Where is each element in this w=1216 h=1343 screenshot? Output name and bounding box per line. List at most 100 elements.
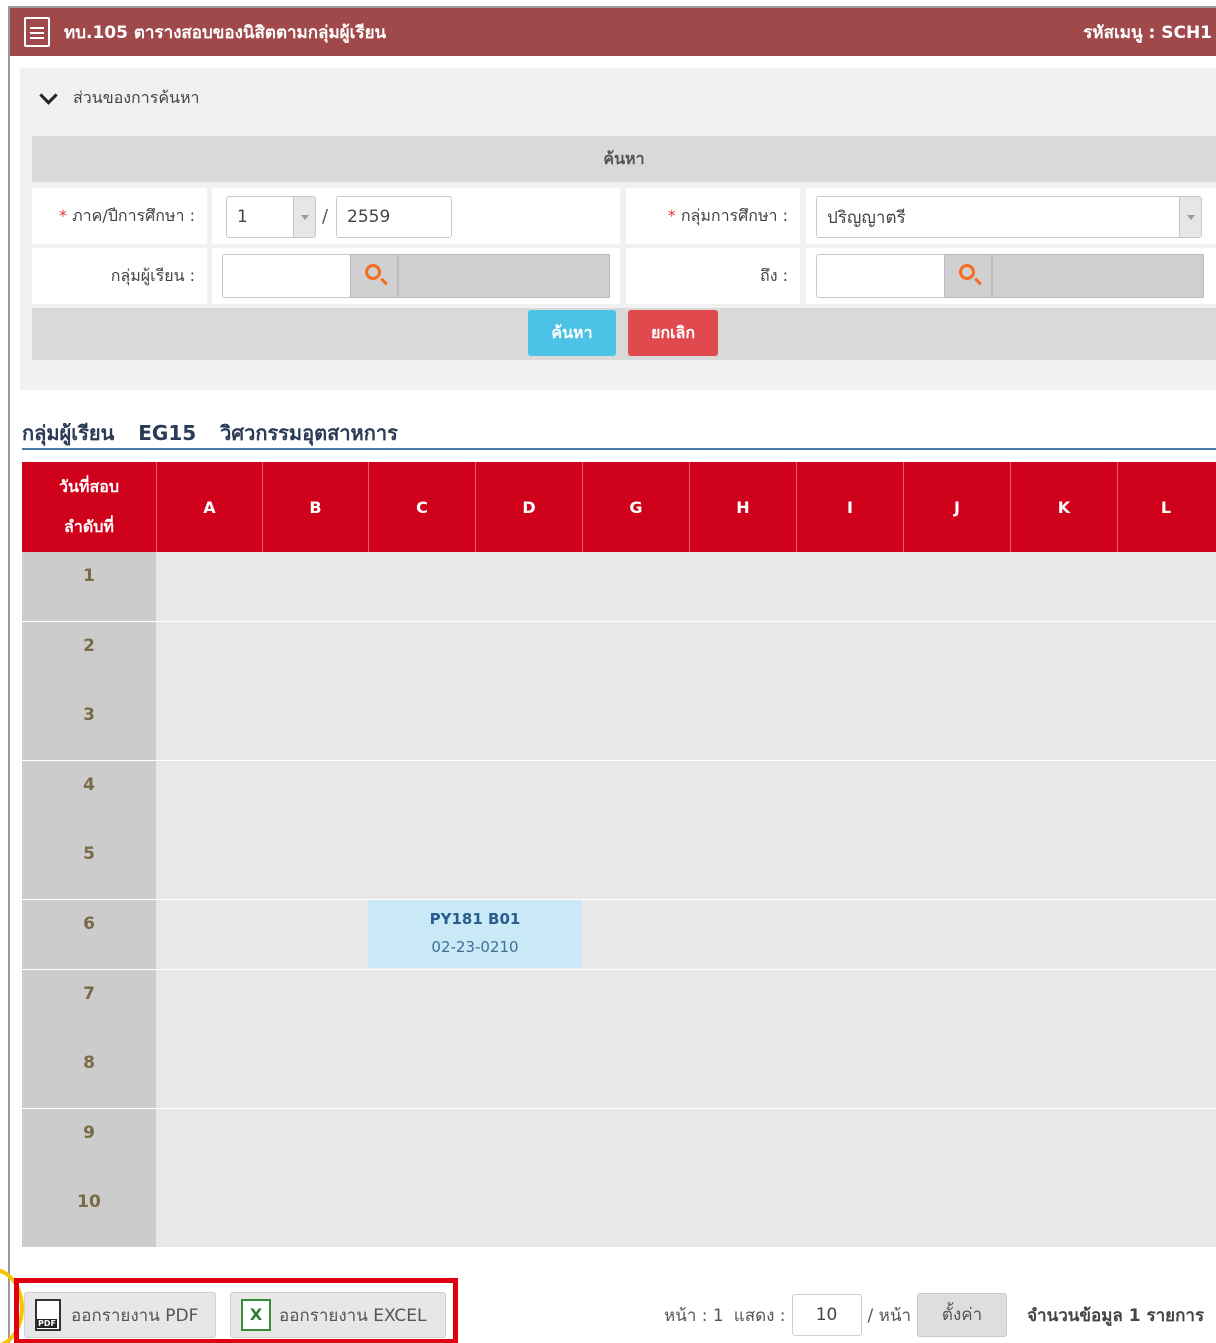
search-section-toggle[interactable]: ส่วนของการค้นหา: [39, 86, 200, 111]
row-cells: [156, 552, 1216, 621]
learner-group-code: EG15: [138, 421, 197, 445]
table-row: 5: [22, 830, 1216, 900]
show-label: แสดง :: [733, 1305, 786, 1326]
row-number: 2: [22, 621, 156, 691]
table-header-col-i: I: [796, 462, 903, 552]
exam-room: 02-23-0210: [431, 938, 519, 956]
row-number: 9: [22, 1108, 156, 1178]
study-group-label-cell: * กลุ่มการศึกษา :: [626, 188, 800, 244]
table-header-day-order: วันที่สอบ ลำดับที่: [22, 462, 156, 552]
search-actions-bar: [32, 308, 1216, 360]
pagination-bar: หน้า : 1 แสดง : 10 / หน้า ตั้งค่า จำนวนข…: [664, 1292, 1204, 1338]
row-number: 3: [22, 691, 156, 761]
header-line-exam-day: วันที่สอบ: [59, 477, 119, 496]
table-header-col-d: D: [475, 462, 582, 552]
dropdown-arrow-icon: [293, 197, 315, 237]
row-number: 6: [22, 900, 156, 969]
row-number: 10: [22, 1178, 156, 1248]
row-cells: PY181 B01 02-23-0210: [156, 900, 1216, 969]
table-header-col-b: B: [262, 462, 368, 552]
title-bar: ทบ.105 ตารางสอบของนิสิตตามกลุ่มผู้เรียน …: [10, 8, 1216, 56]
pdf-file-icon: [35, 1299, 61, 1331]
exam-course: PY181 B01: [429, 910, 521, 928]
study-group-label: กลุ่มการศึกษา :: [680, 206, 788, 225]
search-section-label: ส่วนของการค้นหา: [73, 88, 200, 107]
search-icon: [365, 264, 381, 280]
to-label: ถึง :: [760, 266, 788, 285]
table-header-col-k: K: [1010, 462, 1117, 552]
row-cells: [156, 969, 1216, 1039]
semester-year-separator: /: [322, 206, 329, 227]
table-header-col-g: G: [582, 462, 689, 552]
year-value: 2559: [347, 207, 391, 227]
cancel-button[interactable]: ยกเลิก: [628, 310, 718, 356]
row-cells: [156, 830, 1216, 900]
search-button[interactable]: ค้นหา: [528, 310, 616, 356]
table-row: 3: [22, 691, 1216, 761]
export-pdf-label: ออกรายงาน PDF: [71, 1305, 199, 1326]
learner-group-heading-label: กลุ่มผู้เรียน: [22, 421, 115, 445]
header-line-order: ลำดับที่: [64, 517, 114, 536]
learner-group-label: กลุ่มผู้เรียน :: [110, 266, 195, 285]
row-number: 8: [22, 1039, 156, 1109]
table-header-col-h: H: [689, 462, 796, 552]
row-number: 4: [22, 760, 156, 830]
learner-group-name: วิศวกรรมอุตสาหการ: [220, 421, 398, 445]
learner-group-to-search-button[interactable]: [944, 254, 992, 298]
learner-group-from-name-field: [398, 254, 610, 298]
page-indicator: หน้า : 1: [664, 1305, 724, 1326]
per-page-input[interactable]: 10: [791, 1294, 862, 1336]
semester-label-cell: * ภาค/ปีการศึกษา :: [32, 188, 207, 244]
dropdown-arrow-icon: [1179, 197, 1201, 237]
to-label-cell: ถึง :: [626, 248, 800, 304]
export-pdf-button[interactable]: ออกรายงาน PDF: [24, 1292, 216, 1338]
table-row: 9: [22, 1108, 1216, 1178]
required-mark: *: [59, 206, 67, 225]
row-cells: [156, 760, 1216, 830]
semester-select[interactable]: 1: [226, 196, 316, 238]
table-header-col-l: L: [1117, 462, 1214, 552]
document-icon: [24, 17, 50, 47]
table-row: 2: [22, 621, 1216, 691]
row-cells: [156, 621, 1216, 691]
semester-value: 1: [237, 207, 248, 227]
row-number: 5: [22, 830, 156, 900]
row-cells: [156, 1178, 1216, 1248]
table-row: 6 PY181 B01 02-23-0210: [22, 900, 1216, 969]
table-header-col-a: A: [156, 462, 262, 552]
excel-file-icon: X: [241, 1299, 271, 1331]
learner-group-to-name-field: [992, 254, 1204, 298]
search-heading: ค้นหา: [32, 136, 1216, 182]
menu-code: รหัสเมนู : SCH1: [1083, 22, 1212, 43]
row-number: 7: [22, 969, 156, 1039]
semester-label: ภาค/ปีการศึกษา :: [72, 206, 195, 225]
table-row: 8: [22, 1039, 1216, 1109]
table-row: 1: [22, 552, 1216, 621]
row-cells: [156, 691, 1216, 761]
total-records: จำนวนข้อมูล 1 รายการ: [1027, 1305, 1205, 1326]
row-number: 1: [22, 552, 156, 621]
export-excel-button[interactable]: X ออกรายงาน EXCEL: [230, 1292, 446, 1338]
table-row: 4: [22, 760, 1216, 830]
table-row: 7: [22, 969, 1216, 1039]
row-cells: [156, 1039, 1216, 1109]
learner-group-label-cell: กลุ่มผู้เรียน :: [32, 248, 207, 304]
study-group-select[interactable]: ปริญญาตรี: [816, 196, 1202, 238]
table-header: วันที่สอบ ลำดับที่ ABCDGHIJKL: [22, 462, 1216, 552]
learner-group-heading: กลุ่มผู้เรียน EG15 วิศวกรรมอุตสาหการ: [22, 418, 1216, 450]
exam-entry[interactable]: PY181 B01 02-23-0210: [368, 900, 582, 968]
year-input[interactable]: 2559: [336, 196, 452, 238]
learner-group-from-search-button[interactable]: [350, 254, 398, 298]
chevron-down-icon: [39, 86, 58, 105]
search-icon: [959, 264, 975, 280]
required-mark: *: [667, 206, 676, 225]
learner-group-to-input[interactable]: [816, 254, 946, 298]
per-page-suffix: / หน้า: [867, 1305, 912, 1326]
learner-group-from-input[interactable]: [222, 254, 352, 298]
table-row: 10: [22, 1178, 1216, 1248]
export-excel-label: ออกรายงาน EXCEL: [279, 1305, 427, 1326]
study-group-value: ปริญญาตรี: [827, 207, 906, 228]
row-cells: [156, 1108, 1216, 1178]
set-per-page-button[interactable]: ตั้งค่า: [917, 1293, 1008, 1337]
search-panel: ส่วนของการค้นหา ค้นหา * ภาค/ปีการศึกษา :…: [20, 68, 1216, 390]
